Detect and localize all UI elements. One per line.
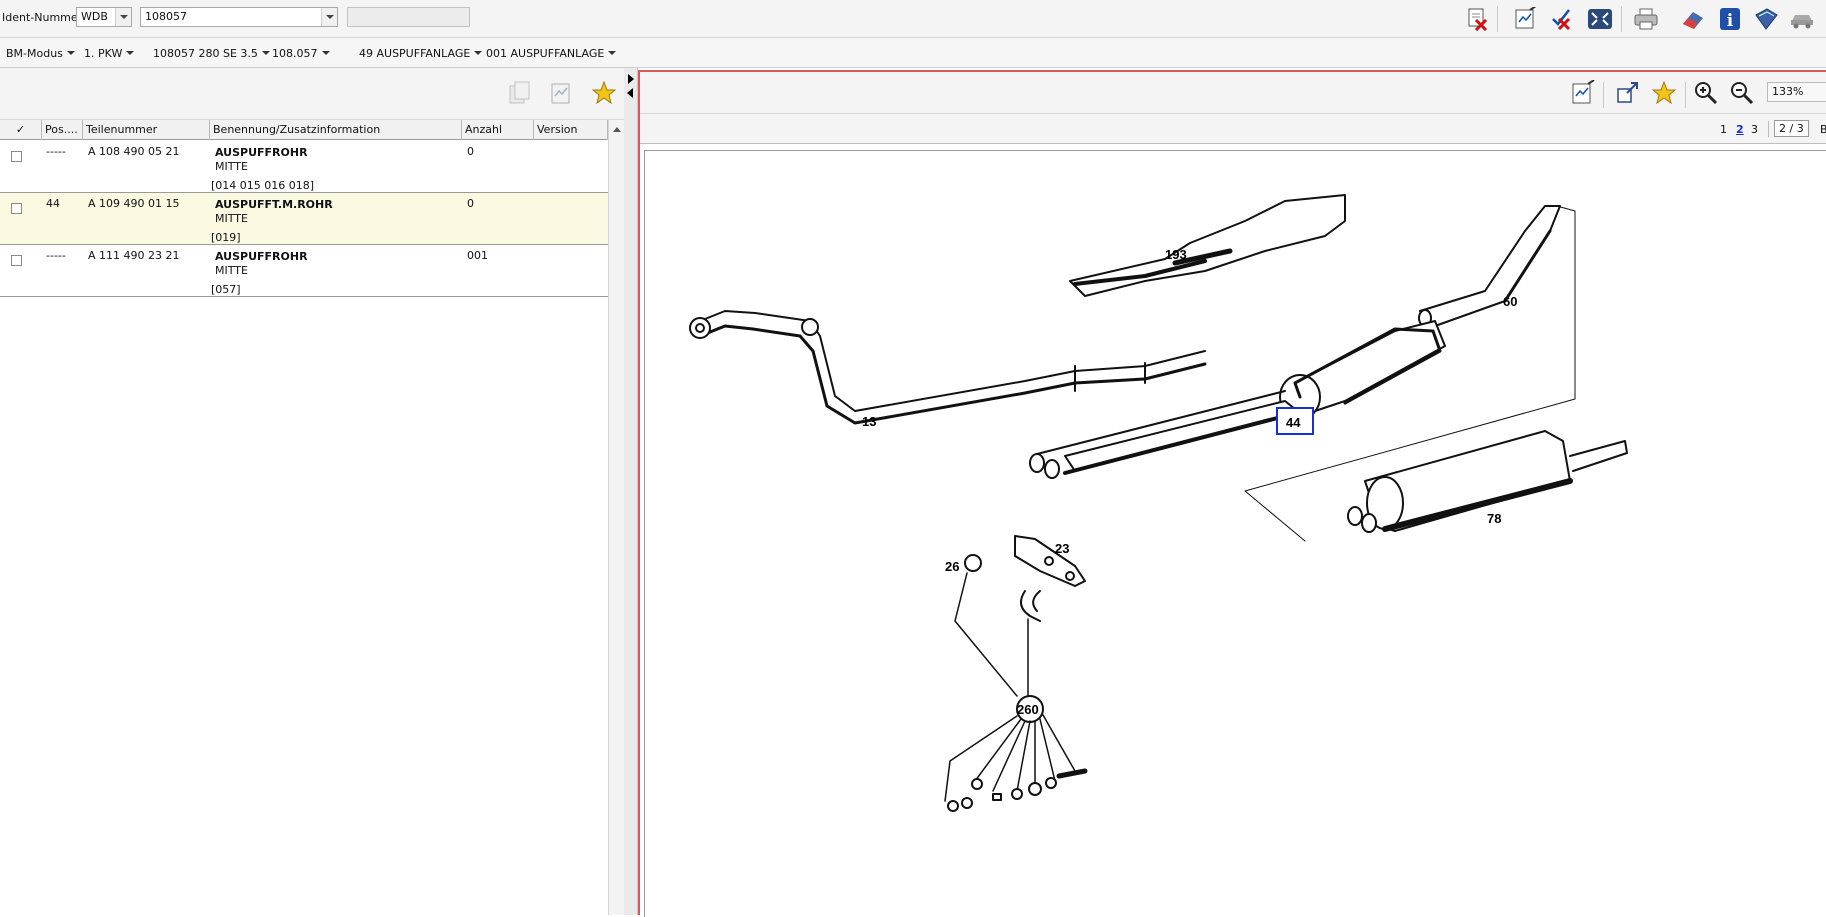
breadcrumb-item-class[interactable]: 1. PKW (84, 47, 134, 60)
eraser-icon[interactable] (1679, 6, 1707, 32)
page-indicator: 2 / 3 (1774, 120, 1809, 137)
page-link-2[interactable]: 2 (1736, 123, 1744, 136)
notes-icon[interactable] (548, 80, 576, 106)
favorite-star-icon[interactable] (590, 80, 618, 106)
page-navigator: 1 2 3 2 / 3 B (640, 114, 1826, 144)
row-pos: ----- (46, 145, 66, 158)
row-part-name: AUSPUFFROHR (215, 146, 308, 159)
check-off-icon[interactable] (1548, 6, 1576, 32)
page-more[interactable]: B (1820, 123, 1826, 136)
breadcrumb-item-group[interactable]: 49 AUSPUFFANLAGE (359, 47, 482, 60)
row-checkbox[interactable] (11, 255, 22, 266)
page-link-1[interactable]: 1 (1720, 123, 1727, 136)
row-part-info: MITTE (215, 160, 248, 173)
parts-list-pane: ✓ Pos.... Teilenummer Benennung/Zusatzin… (0, 68, 624, 915)
exhaust-system-diagram: 193 60 13 44 78 26 23 260 (689, 194, 1628, 812)
delete-document-icon[interactable] (1463, 6, 1491, 32)
ident-number-value: 108057 (145, 10, 187, 23)
copy-document-icon[interactable] (505, 80, 533, 106)
row-checkbox[interactable] (11, 151, 22, 162)
row-part-info: MITTE (215, 264, 248, 277)
viewer-toolbar: 133% (640, 72, 1826, 114)
callout-44[interactable]: 44 (1286, 415, 1301, 430)
callout-78[interactable]: 78 (1487, 511, 1501, 526)
ident-label: Ident-Nummer (2, 11, 83, 24)
column-header-pos[interactable]: Pos.... (42, 120, 83, 140)
breadcrumb: BM-Modus 1. PKW 108057 280 SE 3.5 108.05… (0, 38, 1826, 68)
row-part-codes: [019] (211, 231, 241, 244)
row-part-codes: [057] (211, 283, 241, 296)
collapse-left-icon[interactable] (627, 88, 633, 98)
column-header-description[interactable]: Benennung/Zusatzinformation (210, 120, 462, 140)
notes-icon[interactable] (1512, 6, 1540, 32)
row-part-name: AUSPUFFROHR (215, 250, 308, 263)
ident-extra-field[interactable] (347, 7, 470, 27)
row-quantity: 0 (467, 197, 474, 210)
callout-26[interactable]: 26 (945, 559, 959, 574)
info-icon[interactable]: i (1716, 6, 1744, 32)
collapse-right-icon[interactable] (628, 74, 634, 84)
print-icon[interactable] (1632, 6, 1660, 32)
ident-number-input[interactable]: 108057 (140, 7, 338, 27)
row-quantity: 001 (467, 249, 488, 262)
row-part-number: A 108 490 05 21 (88, 145, 180, 158)
manual-book-icon[interactable] (1752, 6, 1780, 32)
row-pos: ----- (46, 249, 66, 262)
zoom-select[interactable]: 133% (1767, 82, 1826, 102)
table-row[interactable]: ----- A 111 490 23 21 AUSPUFFROHR MITTE … (0, 245, 608, 297)
breadcrumb-item-model[interactable]: 108057 280 SE 3.5 (153, 47, 270, 60)
car-icon[interactable] (1788, 6, 1816, 32)
chevron-down-icon[interactable] (321, 8, 337, 26)
drawing-viewer: 133% 1 2 3 2 / 3 B 193 60 13 44 78 26 23… (638, 70, 1826, 917)
zoom-out-icon[interactable] (1728, 80, 1756, 106)
parts-toolbar (0, 68, 624, 120)
callout-60[interactable]: 60 (1503, 294, 1517, 309)
table-row[interactable]: ----- A 108 490 05 21 AUSPUFFROHR MITTE … (0, 141, 608, 193)
exploded-view-drawing[interactable]: 193 60 13 44 78 26 23 260 (644, 150, 1826, 917)
page-link-3[interactable]: 3 (1751, 123, 1758, 136)
callout-23[interactable]: 23 (1055, 541, 1069, 556)
row-part-info: MITTE (215, 212, 248, 225)
column-header-quantity[interactable]: Anzahl (462, 120, 534, 140)
row-part-number: A 111 490 23 21 (88, 249, 180, 262)
chevron-down-icon[interactable] (115, 8, 131, 26)
parts-table-scrollbar[interactable] (608, 120, 624, 915)
breadcrumb-item-mode[interactable]: BM-Modus (6, 47, 75, 60)
scroll-up-icon[interactable] (613, 127, 621, 132)
notes-icon[interactable] (1569, 80, 1597, 106)
column-header-check[interactable]: ✓ (0, 120, 42, 140)
parts-table-header: ✓ Pos.... Teilenummer Benennung/Zusatzin… (0, 120, 608, 140)
row-quantity: 0 (467, 145, 474, 158)
column-header-part-number[interactable]: Teilenummer (83, 120, 210, 140)
favorite-star-icon[interactable] (1650, 80, 1678, 106)
row-checkbox[interactable] (11, 203, 22, 214)
callout-193[interactable]: 193 (1165, 247, 1187, 262)
pane-splitter[interactable] (624, 68, 638, 915)
svg-text:i: i (1727, 11, 1734, 31)
top-toolbar: Ident-Nummer WDB 108057 i (0, 0, 1826, 38)
row-part-number: A 109 490 01 15 (88, 197, 180, 210)
table-row-selected[interactable]: 44 A 109 490 01 15 AUSPUFFT.M.ROHR MITTE… (0, 193, 608, 245)
zoom-value: 133% (1772, 85, 1804, 98)
open-window-icon[interactable] (1614, 80, 1642, 106)
callout-260[interactable]: 260 (1017, 702, 1039, 717)
column-header-version[interactable]: Version (534, 120, 608, 140)
breadcrumb-item-type[interactable]: 108.057 (272, 47, 330, 60)
zoom-in-icon[interactable] (1692, 80, 1720, 106)
row-pos: 44 (46, 197, 60, 210)
ident-prefix-value: WDB (81, 10, 108, 23)
breadcrumb-item-subgroup[interactable]: 001 AUSPUFFANLAGE (486, 47, 616, 60)
callout-13[interactable]: 13 (862, 414, 876, 429)
fullscreen-icon[interactable] (1586, 6, 1614, 32)
ident-prefix-select[interactable]: WDB (76, 7, 132, 27)
row-part-codes: [014 015 016 018] (211, 179, 315, 192)
row-part-name: AUSPUFFT.M.ROHR (215, 198, 333, 211)
